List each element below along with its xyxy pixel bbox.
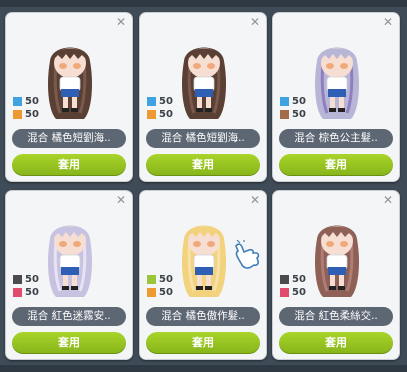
character-icon — [315, 47, 359, 119]
character-icon — [48, 47, 92, 119]
hair-card: ✕ 50 50 混合 橘色短劉海.. 套用 — [139, 12, 267, 182]
color-swatch — [147, 287, 156, 297]
apply-button[interactable]: 套用 — [146, 154, 260, 176]
color-swatch — [147, 274, 156, 284]
top-scroll-edge — [0, 0, 407, 7]
close-icon[interactable]: ✕ — [383, 16, 393, 28]
color-ratio-row: 50 — [280, 286, 306, 298]
color-swatch — [280, 287, 289, 297]
color-percent: 50 — [25, 108, 39, 120]
hair-name-label: 混合 橘色短劉海.. — [146, 129, 260, 148]
apply-button[interactable]: 套用 — [12, 332, 126, 354]
color-percent: 50 — [25, 95, 39, 107]
color-percent: 50 — [292, 95, 306, 107]
color-ratio-row: 50 — [13, 286, 39, 298]
character-icon — [315, 225, 359, 297]
hair-name-label: 混合 紅色迷霧安.. — [12, 307, 126, 326]
close-icon[interactable]: ✕ — [383, 194, 393, 206]
color-percent: 50 — [292, 108, 306, 120]
color-ratio-row: 50 — [13, 108, 39, 120]
color-percent: 50 — [25, 286, 39, 298]
color-percent: 50 — [292, 286, 306, 298]
hair-card: ✕ 50 50 混合 橘色傲作髮.. 套用 — [139, 190, 267, 360]
color-ratio-row: 50 — [280, 95, 306, 107]
hair-card: ✕ 50 50 混合 紅色柔絲交.. 套用 — [272, 190, 400, 360]
color-swatch — [13, 274, 22, 284]
color-swatch — [280, 274, 289, 284]
color-percent: 50 — [292, 273, 306, 285]
color-ratio-row: 50 — [280, 273, 306, 285]
hair-name-label: 混合 紅色柔絲交.. — [279, 307, 393, 326]
hair-name-label: 混合 橘色傲作髮.. — [146, 307, 260, 326]
color-ratio-row: 50 — [147, 95, 173, 107]
color-swatch — [280, 109, 289, 119]
apply-button[interactable]: 套用 — [146, 332, 260, 354]
apply-button[interactable]: 套用 — [279, 332, 393, 354]
color-percent: 50 — [159, 286, 173, 298]
apply-button[interactable]: 套用 — [12, 154, 126, 176]
color-swatch — [13, 96, 22, 106]
color-ratio-row: 50 — [147, 273, 173, 285]
color-percent: 50 — [159, 273, 173, 285]
hair-card: ✕ 50 50 混合 紅色迷霧安.. 套用 — [5, 190, 133, 360]
character-icon — [182, 47, 226, 119]
close-icon[interactable]: ✕ — [116, 194, 126, 206]
pointing-hand-icon — [235, 240, 260, 269]
color-swatch — [13, 109, 22, 119]
color-percent: 50 — [25, 273, 39, 285]
hair-name-label: 混合 橘色短劉海.. — [12, 129, 126, 148]
character-icon — [182, 225, 226, 297]
bottom-scroll-edge — [0, 365, 407, 372]
hair-card: ✕ 50 50 混合 棕色公主髮.. 套用 — [272, 12, 400, 182]
color-ratio-row: 50 — [147, 286, 173, 298]
hair-card: ✕ 50 50 混合 橘色短劉海.. 套用 — [5, 12, 133, 182]
color-ratio-row: 50 — [147, 108, 173, 120]
color-swatch — [147, 96, 156, 106]
color-ratio-row: 50 — [13, 95, 39, 107]
color-swatch — [13, 287, 22, 297]
color-ratio-row: 50 — [280, 108, 306, 120]
color-swatch — [280, 96, 289, 106]
apply-button[interactable]: 套用 — [279, 154, 393, 176]
close-icon[interactable]: ✕ — [116, 16, 126, 28]
close-icon[interactable]: ✕ — [250, 194, 260, 206]
close-icon[interactable]: ✕ — [250, 16, 260, 28]
color-percent: 50 — [159, 95, 173, 107]
hair-name-label: 混合 棕色公主髮.. — [279, 129, 393, 148]
character-icon — [48, 225, 92, 297]
color-ratio-row: 50 — [13, 273, 39, 285]
color-percent: 50 — [159, 108, 173, 120]
color-swatch — [147, 109, 156, 119]
